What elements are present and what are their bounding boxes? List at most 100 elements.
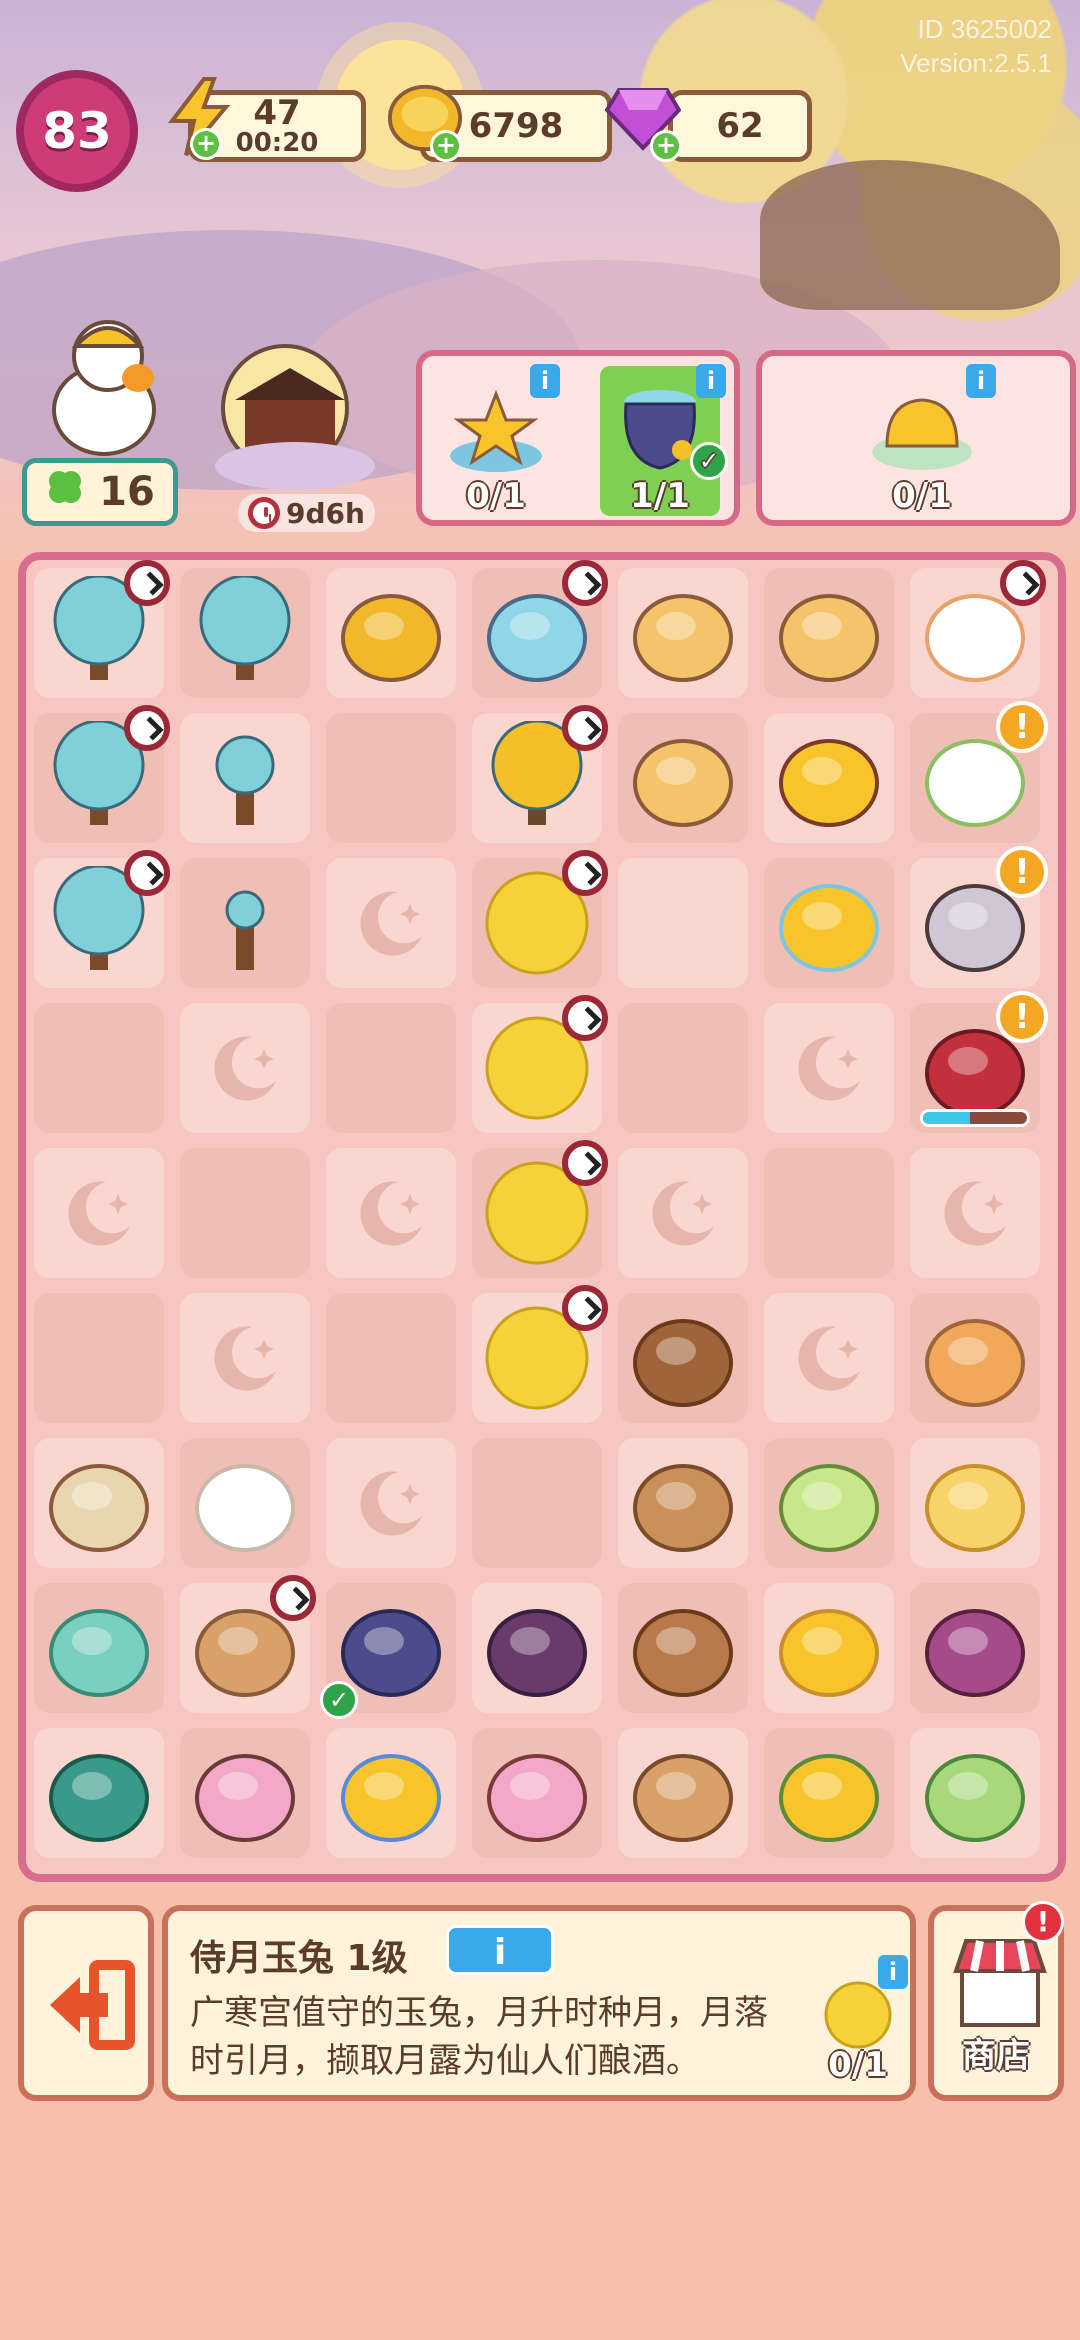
osmanthus-flower-icon [779,1609,879,1697]
alert-badge-icon: ! [996,991,1048,1043]
moon-slot-icon [214,1036,276,1101]
required-item[interactable]: i 0/1 [808,1955,908,2091]
board-cell-empty[interactable] [618,858,748,988]
board-item-jade-plate[interactable] [34,1583,164,1713]
board-item-blue-tree[interactable] [180,568,310,698]
board-item-moon-tree[interactable] [34,560,170,698]
board-item-green-mooncake[interactable] [910,1728,1040,1858]
board-item-mooncake-moon[interactable] [472,995,608,1133]
board-item-star-lantern[interactable] [764,568,894,698]
board-item-rabbit-pot[interactable]: ! [910,846,1048,988]
board-cell-empty[interactable] [180,1293,310,1423]
check-icon: ✓ [690,442,728,480]
board-item-loom[interactable] [180,1575,316,1713]
board-item-coin-pile[interactable] [326,568,456,698]
board-item-mooncake-moon[interactable] [472,1285,608,1423]
board-item-jam-jar[interactable] [472,1583,602,1713]
board-item-thread-spool[interactable] [34,1438,164,1568]
order-item-osmanthus-jelly[interactable]: 0/1 i [862,364,996,516]
board-cell-empty[interactable] [34,1293,164,1423]
board-item-osmanthus-tree[interactable] [472,705,608,843]
timer-badge-icon [562,1140,608,1186]
moon-slot-icon [360,1181,422,1246]
board-item-mushroom-stack[interactable] [618,1438,748,1568]
board-item-rabbit-cupcake[interactable] [472,1728,602,1858]
board-cell-empty[interactable] [764,1003,894,1133]
board-cell-empty[interactable] [326,1148,456,1278]
order-info-button[interactable]: i [530,364,560,398]
board-item-acorn[interactable] [618,1293,748,1423]
board-item-cheese-mooncake[interactable] [910,1438,1040,1568]
duck-builder-avatar[interactable] [42,300,172,460]
player-level-badge[interactable]: 83 [16,70,138,192]
order-item-osmanthus-jar[interactable]: 1/1 i ✓ [600,364,728,516]
board-cell-empty[interactable] [34,1003,164,1133]
coin-plus-button[interactable]: + [430,130,462,162]
order-card-1[interactable]: 0/1 i 1/1 i ✓ [416,350,740,526]
board-cell-empty[interactable] [764,1148,894,1278]
board-item-mooncake[interactable] [910,1293,1040,1423]
board-cell-empty[interactable] [180,1003,310,1133]
board-item-star-bowl[interactable] [764,858,894,988]
tea-set-icon [341,1754,441,1842]
timer-badge-icon [562,1285,608,1331]
board-item-palace-cloud[interactable] [472,560,608,698]
board-cell-empty[interactable] [618,1003,748,1133]
order-card-2[interactable]: 0/1 i [756,350,1076,526]
clover-count: 16 [99,469,155,515]
board-item-osmanthus-tea[interactable] [764,1438,894,1568]
board-item-taro-mooncake[interactable] [910,1583,1040,1713]
board-item-rabbit-mortar[interactable] [910,560,1046,698]
board-cell-empty[interactable] [34,1148,164,1278]
leaf-plate-icon [49,1754,149,1842]
order-item-star-pile[interactable]: 0/1 i [436,364,560,516]
gem-counter[interactable]: 62 [668,90,812,162]
board-item-osmanthus-jar[interactable]: ✓ [320,1583,456,1719]
item-info-button[interactable]: i [446,1925,554,1975]
board-item-moon-tree[interactable] [34,705,170,843]
board-item-rabbit-cushion[interactable] [180,1728,310,1858]
board-item-mooncake-moon[interactable] [472,850,608,988]
timer-badge-icon [562,560,608,606]
board-cell-empty[interactable] [326,1003,456,1133]
board-cell-empty[interactable] [326,713,456,843]
board-item-mooncake-moon[interactable] [472,1140,608,1278]
star-bowl-icon [779,884,879,972]
board-item-star-lantern[interactable] [618,568,748,698]
acorn-icon [633,1319,733,1407]
energy-plus-button[interactable]: + [190,128,222,160]
board-item-osmanthus-flower[interactable] [764,1583,894,1713]
board-cell-empty[interactable] [326,1438,456,1568]
board-item-osmanthus-branch[interactable] [764,1728,894,1858]
board-item-moon-tree[interactable] [34,850,170,988]
moon-palace-event-button[interactable] [205,338,385,498]
clover-counter[interactable]: 16 [22,458,178,526]
timer-badge-icon [270,1575,316,1621]
board-cell-empty[interactable] [326,858,456,988]
board-item-star-box[interactable] [764,713,894,843]
board-item-tea-set[interactable] [326,1728,456,1858]
board-cell-empty[interactable] [618,1148,748,1278]
order-info-button[interactable]: i [696,364,726,398]
gem-plus-button[interactable]: + [650,130,682,162]
coin-pile-icon [341,594,441,682]
board-item-red-pot[interactable]: ! [910,991,1048,1133]
board-item-rabbit-grinder[interactable]: ! [910,701,1048,843]
board-item-sprout[interactable] [180,858,310,988]
board-cell-empty[interactable] [910,1148,1040,1278]
board-cell-empty[interactable] [764,1293,894,1423]
order-info-button[interactable]: i [966,364,996,398]
board-cell-empty[interactable] [180,1148,310,1278]
board-cell-empty[interactable] [326,1293,456,1423]
board-item-star-lantern[interactable] [618,713,748,843]
board-item-leaf-plate[interactable] [34,1728,164,1858]
shop-button[interactable]: 商店 ! [928,1901,1064,2101]
board-item-rabbit-buns[interactable] [618,1728,748,1858]
required-info-button[interactable]: i [878,1955,908,1989]
exit-button[interactable] [18,1905,154,2101]
board-item-blue-sapling[interactable] [180,713,310,843]
board-item-pig-bread[interactable] [618,1583,748,1713]
item-description: 广寒宫值守的玉兔，月升时种月，月落时引月，撷取月露为仙人们酿酒。 [190,1993,768,2081]
board-cell-empty[interactable] [472,1438,602,1568]
board-item-cloud[interactable] [180,1438,310,1568]
